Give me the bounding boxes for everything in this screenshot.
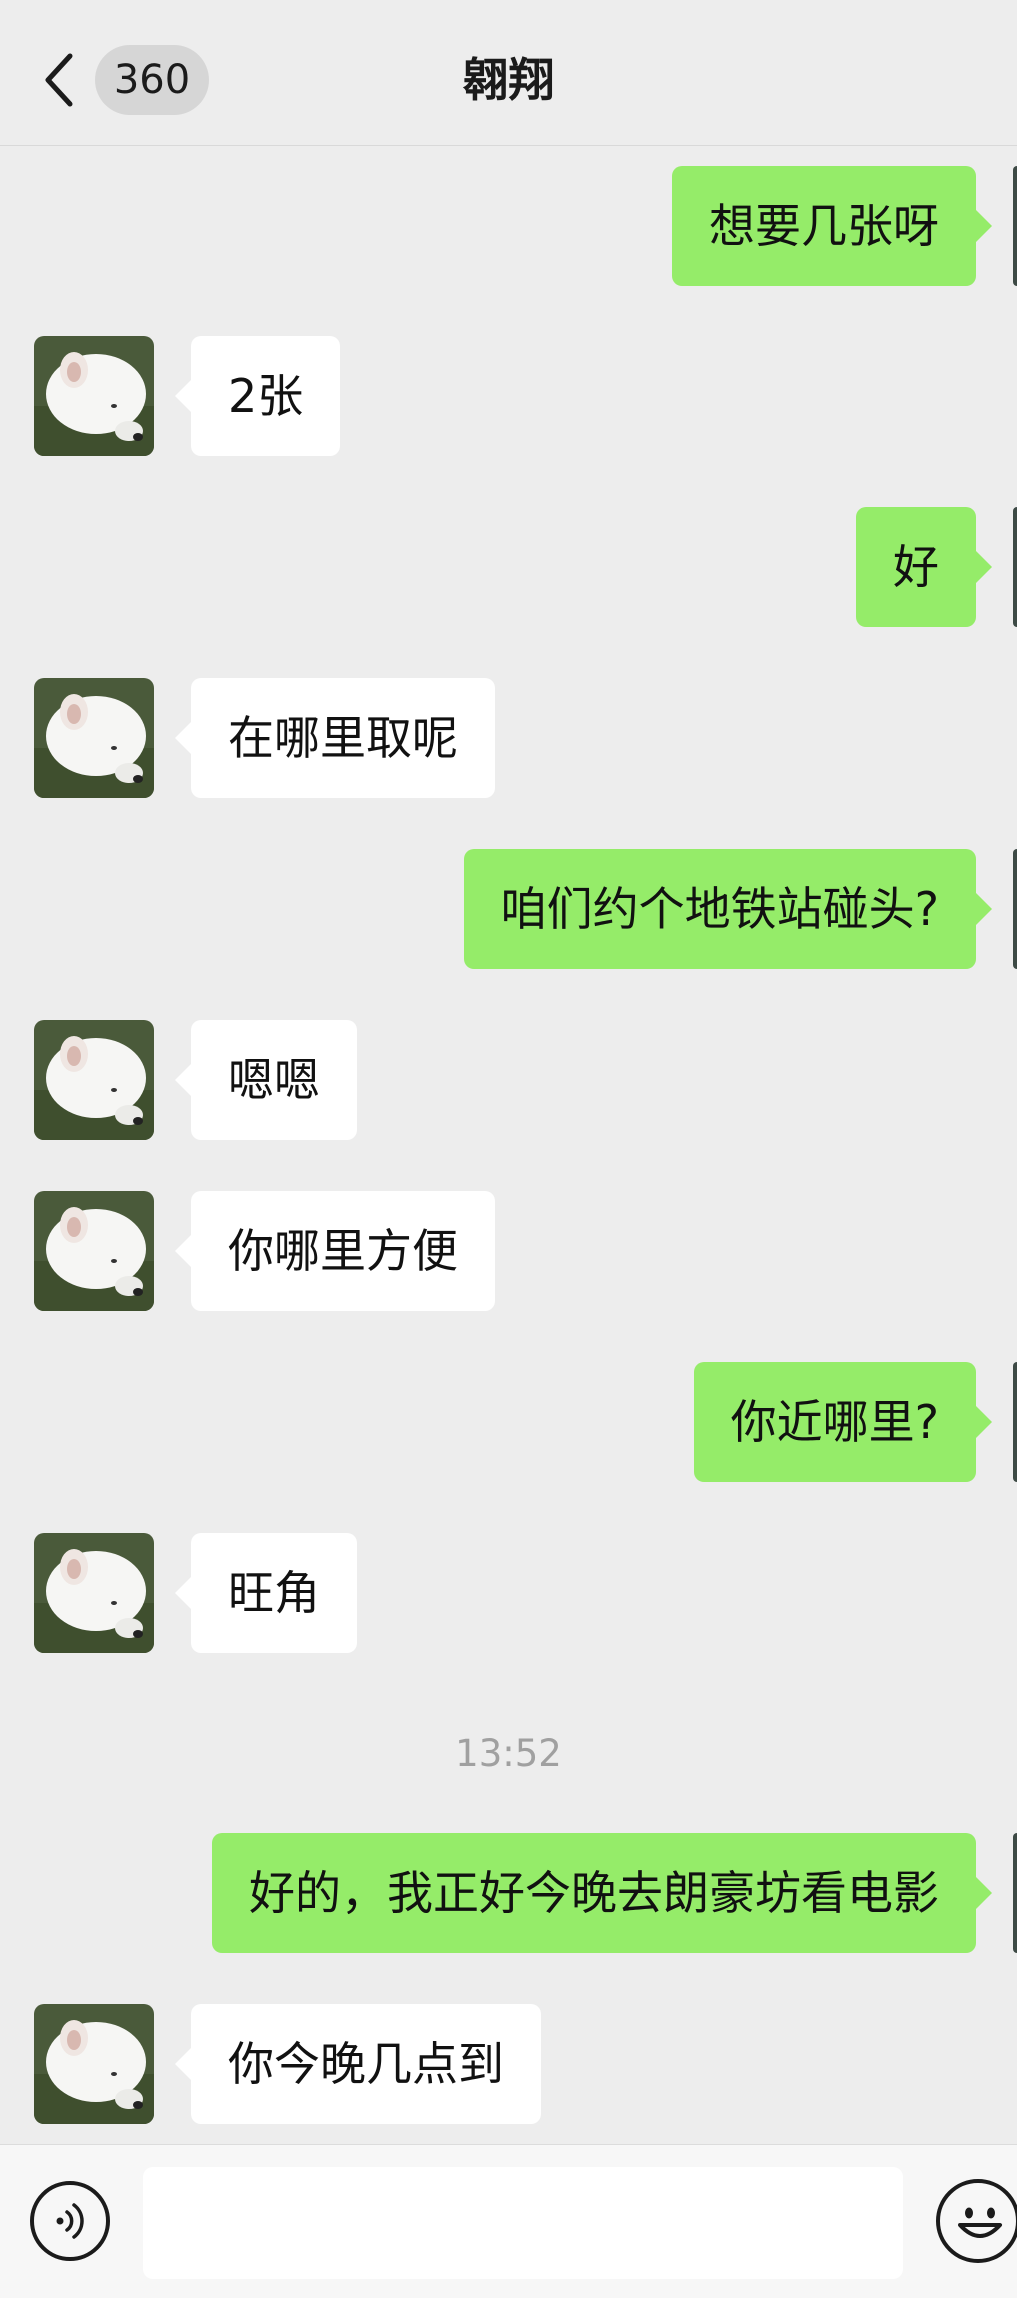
- input-bar: [0, 2144, 1017, 2298]
- chat-header: 360 翱翔: [0, 0, 1017, 146]
- contact-avatar[interactable]: [34, 336, 154, 456]
- dog-avatar-icon: [34, 678, 154, 798]
- self-avatar[interactable]: [1013, 1362, 1017, 1482]
- dog-avatar-icon: [34, 1191, 154, 1311]
- self-avatar[interactable]: [1013, 166, 1017, 286]
- message-incoming: 你今晚几点到: [0, 2004, 1017, 2124]
- message-list[interactable]: 想要几张呀 2张 好 在哪里取呢 咱们约个地铁站碰头? 嗯嗯 你哪里方便 你近哪…: [0, 146, 1017, 2144]
- contact-avatar[interactable]: [34, 1191, 154, 1311]
- message-outgoing: 好: [0, 507, 1017, 627]
- message-incoming: 2张: [0, 336, 1017, 456]
- voice-icon: [56, 2203, 84, 2239]
- emoji-button[interactable]: [936, 2179, 1017, 2263]
- message-bubble[interactable]: 想要几张呀: [672, 166, 992, 286]
- message-bubble[interactable]: 2张: [174, 336, 341, 456]
- message-bubble[interactable]: 嗯嗯: [175, 1020, 357, 1140]
- contact-avatar[interactable]: [34, 2004, 154, 2124]
- dog-avatar-icon: [34, 336, 154, 456]
- dog-avatar-icon: [34, 2004, 154, 2124]
- message-outgoing: 你近哪里?: [0, 1362, 1017, 1482]
- message-bubble[interactable]: 你今晚几点到: [175, 2004, 541, 2124]
- message-incoming: 在哪里取呢: [0, 678, 1017, 798]
- message-bubble[interactable]: 好: [856, 507, 992, 627]
- contact-avatar[interactable]: [34, 1533, 154, 1653]
- message-bubble[interactable]: 在哪里取呢: [175, 678, 495, 798]
- voice-button[interactable]: [30, 2181, 110, 2261]
- dog-avatar-icon: [34, 1533, 154, 1653]
- message-bubble[interactable]: 你近哪里?: [693, 1362, 993, 1482]
- message-bubble[interactable]: 咱们约个地铁站碰头?: [463, 849, 993, 969]
- emoji-icon: [958, 2207, 1002, 2238]
- message-input[interactable]: [143, 2167, 903, 2279]
- message-outgoing: 咱们约个地铁站碰头?: [0, 849, 1017, 969]
- message-bubble[interactable]: 好的，我正好今晚去朗豪坊看电影: [212, 1833, 992, 1953]
- contact-avatar[interactable]: [34, 1020, 154, 1140]
- contact-avatar[interactable]: [34, 678, 154, 798]
- message-incoming: 你哪里方便: [0, 1191, 1017, 1311]
- message-timestamp: 13:52: [455, 1732, 562, 1775]
- chat-title: 翱翔: [462, 53, 555, 107]
- message-outgoing: 想要几张呀: [0, 166, 1017, 286]
- self-avatar[interactable]: [1013, 1833, 1017, 1953]
- self-avatar[interactable]: [1013, 849, 1017, 969]
- self-avatar[interactable]: [1013, 507, 1017, 627]
- message-bubble[interactable]: 旺角: [175, 1533, 357, 1653]
- message-incoming: 嗯嗯: [0, 1020, 1017, 1140]
- message-incoming: 旺角: [0, 1533, 1017, 1653]
- message-outgoing: 好的，我正好今晚去朗豪坊看电影: [0, 1833, 1017, 1953]
- dog-avatar-icon: [34, 1020, 154, 1140]
- message-bubble[interactable]: 你哪里方便: [175, 1191, 495, 1311]
